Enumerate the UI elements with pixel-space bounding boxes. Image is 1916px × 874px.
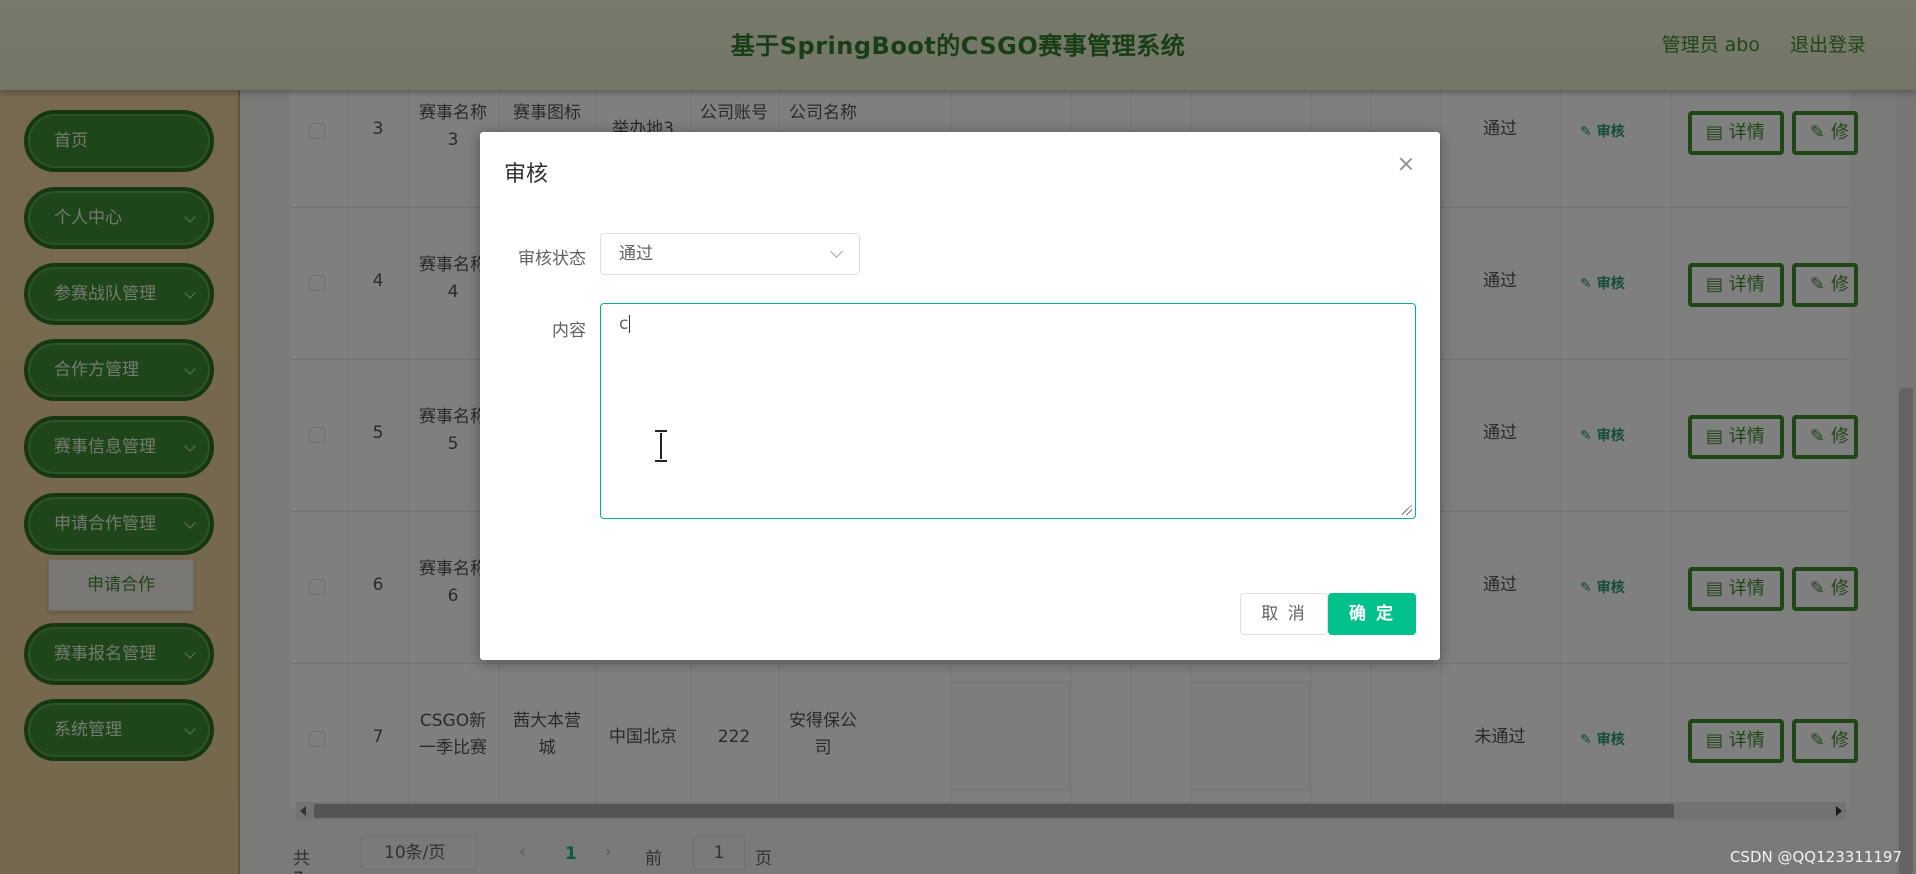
content-label: 内容 [552, 321, 586, 341]
text-caret [629, 315, 631, 333]
audit-status-select[interactable]: 通过 [600, 233, 860, 275]
confirm-button[interactable]: 确 定 [1328, 593, 1416, 635]
text-cursor-icon [654, 430, 668, 462]
chevron-down-icon [830, 245, 843, 258]
content-value: c [619, 314, 629, 334]
audit-status-value: 通过 [619, 244, 653, 264]
cancel-button[interactable]: 取 消 [1240, 593, 1328, 635]
audit-status-label: 审核状态 [518, 249, 586, 269]
audit-dialog: 审核 审核状态 通过 内容 c 取 消 确 定 [480, 132, 1440, 660]
close-icon[interactable] [1396, 154, 1416, 174]
content-textarea[interactable]: c [600, 303, 1416, 519]
watermark: CSDN @QQ123311197 [1729, 848, 1902, 866]
dialog-title: 审核 [504, 162, 549, 187]
resize-handle-icon[interactable] [1402, 505, 1412, 515]
